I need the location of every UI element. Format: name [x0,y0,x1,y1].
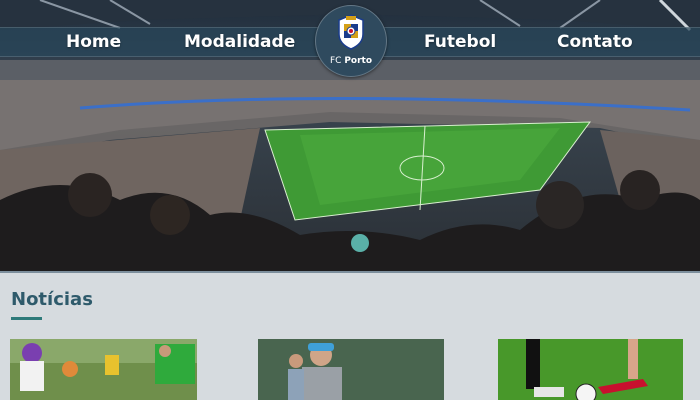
coach-training-photo [258,339,444,400]
youth-soccer-players-photo [10,339,197,400]
logo-text: FC Porto [329,56,373,66]
fc-porto-crest-icon [338,14,364,50]
news-heading: Notícias [11,289,93,310]
nav-link-contato[interactable]: Contato [557,28,633,56]
nav-link-home[interactable]: Home [66,28,121,56]
soccer-ball-kick-photo [498,339,683,400]
news-item-image-2[interactable] [258,339,444,400]
news-heading-underline [11,317,42,320]
hero-divider [0,271,700,273]
news-item-image-1[interactable] [10,339,197,400]
nav-link-futebol[interactable]: Futebol [424,28,496,56]
nav-link-modalidade[interactable]: Modalidade [184,28,295,56]
club-logo[interactable]: FC Porto [315,5,387,77]
news-item-image-3[interactable] [498,339,683,400]
